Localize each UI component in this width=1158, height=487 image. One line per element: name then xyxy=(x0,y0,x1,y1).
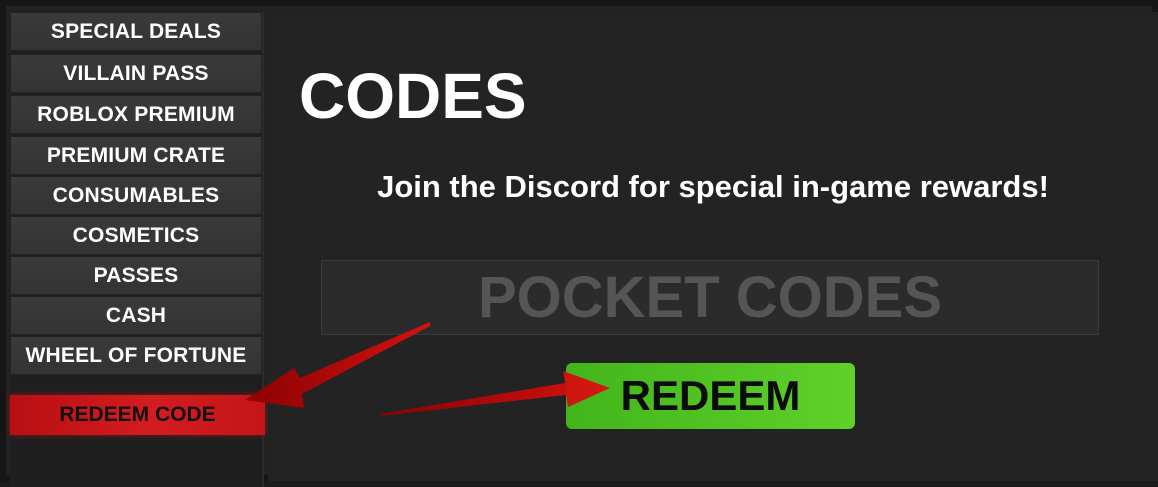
code-input[interactable] xyxy=(321,260,1099,335)
sidebar-item-redeem-code[interactable]: REDEEM CODE xyxy=(10,395,265,435)
sidebar: SPECIAL DEALS VILLAIN PASS ROBLOX PREMIU… xyxy=(10,12,265,487)
sidebar-item-premium-crate[interactable]: PREMIUM CRATE xyxy=(10,136,262,175)
sidebar-item-wheel-of-fortune[interactable]: WHEEL OF FORTUNE xyxy=(10,336,262,375)
sidebar-item-cash[interactable]: CASH xyxy=(10,296,262,335)
codes-panel: CODES Join the Discord for special in-ga… xyxy=(268,12,1158,481)
game-window: SPECIAL DEALS VILLAIN PASS ROBLOX PREMIU… xyxy=(0,0,1158,487)
sidebar-item-consumables[interactable]: CONSUMABLES xyxy=(10,176,262,215)
sidebar-item-passes[interactable]: PASSES xyxy=(10,256,262,295)
page-title: CODES xyxy=(299,60,527,132)
sidebar-item-villain-pass[interactable]: VILLAIN PASS xyxy=(10,54,262,93)
redeem-button[interactable]: REDEEM xyxy=(566,363,855,429)
sidebar-item-special-deals[interactable]: SPECIAL DEALS xyxy=(10,12,262,51)
discord-subtitle: Join the Discord for special in-game rew… xyxy=(377,169,1049,204)
sidebar-item-cosmetics[interactable]: COSMETICS xyxy=(10,216,262,255)
sidebar-item-roblox-premium[interactable]: ROBLOX PREMIUM xyxy=(10,95,262,134)
